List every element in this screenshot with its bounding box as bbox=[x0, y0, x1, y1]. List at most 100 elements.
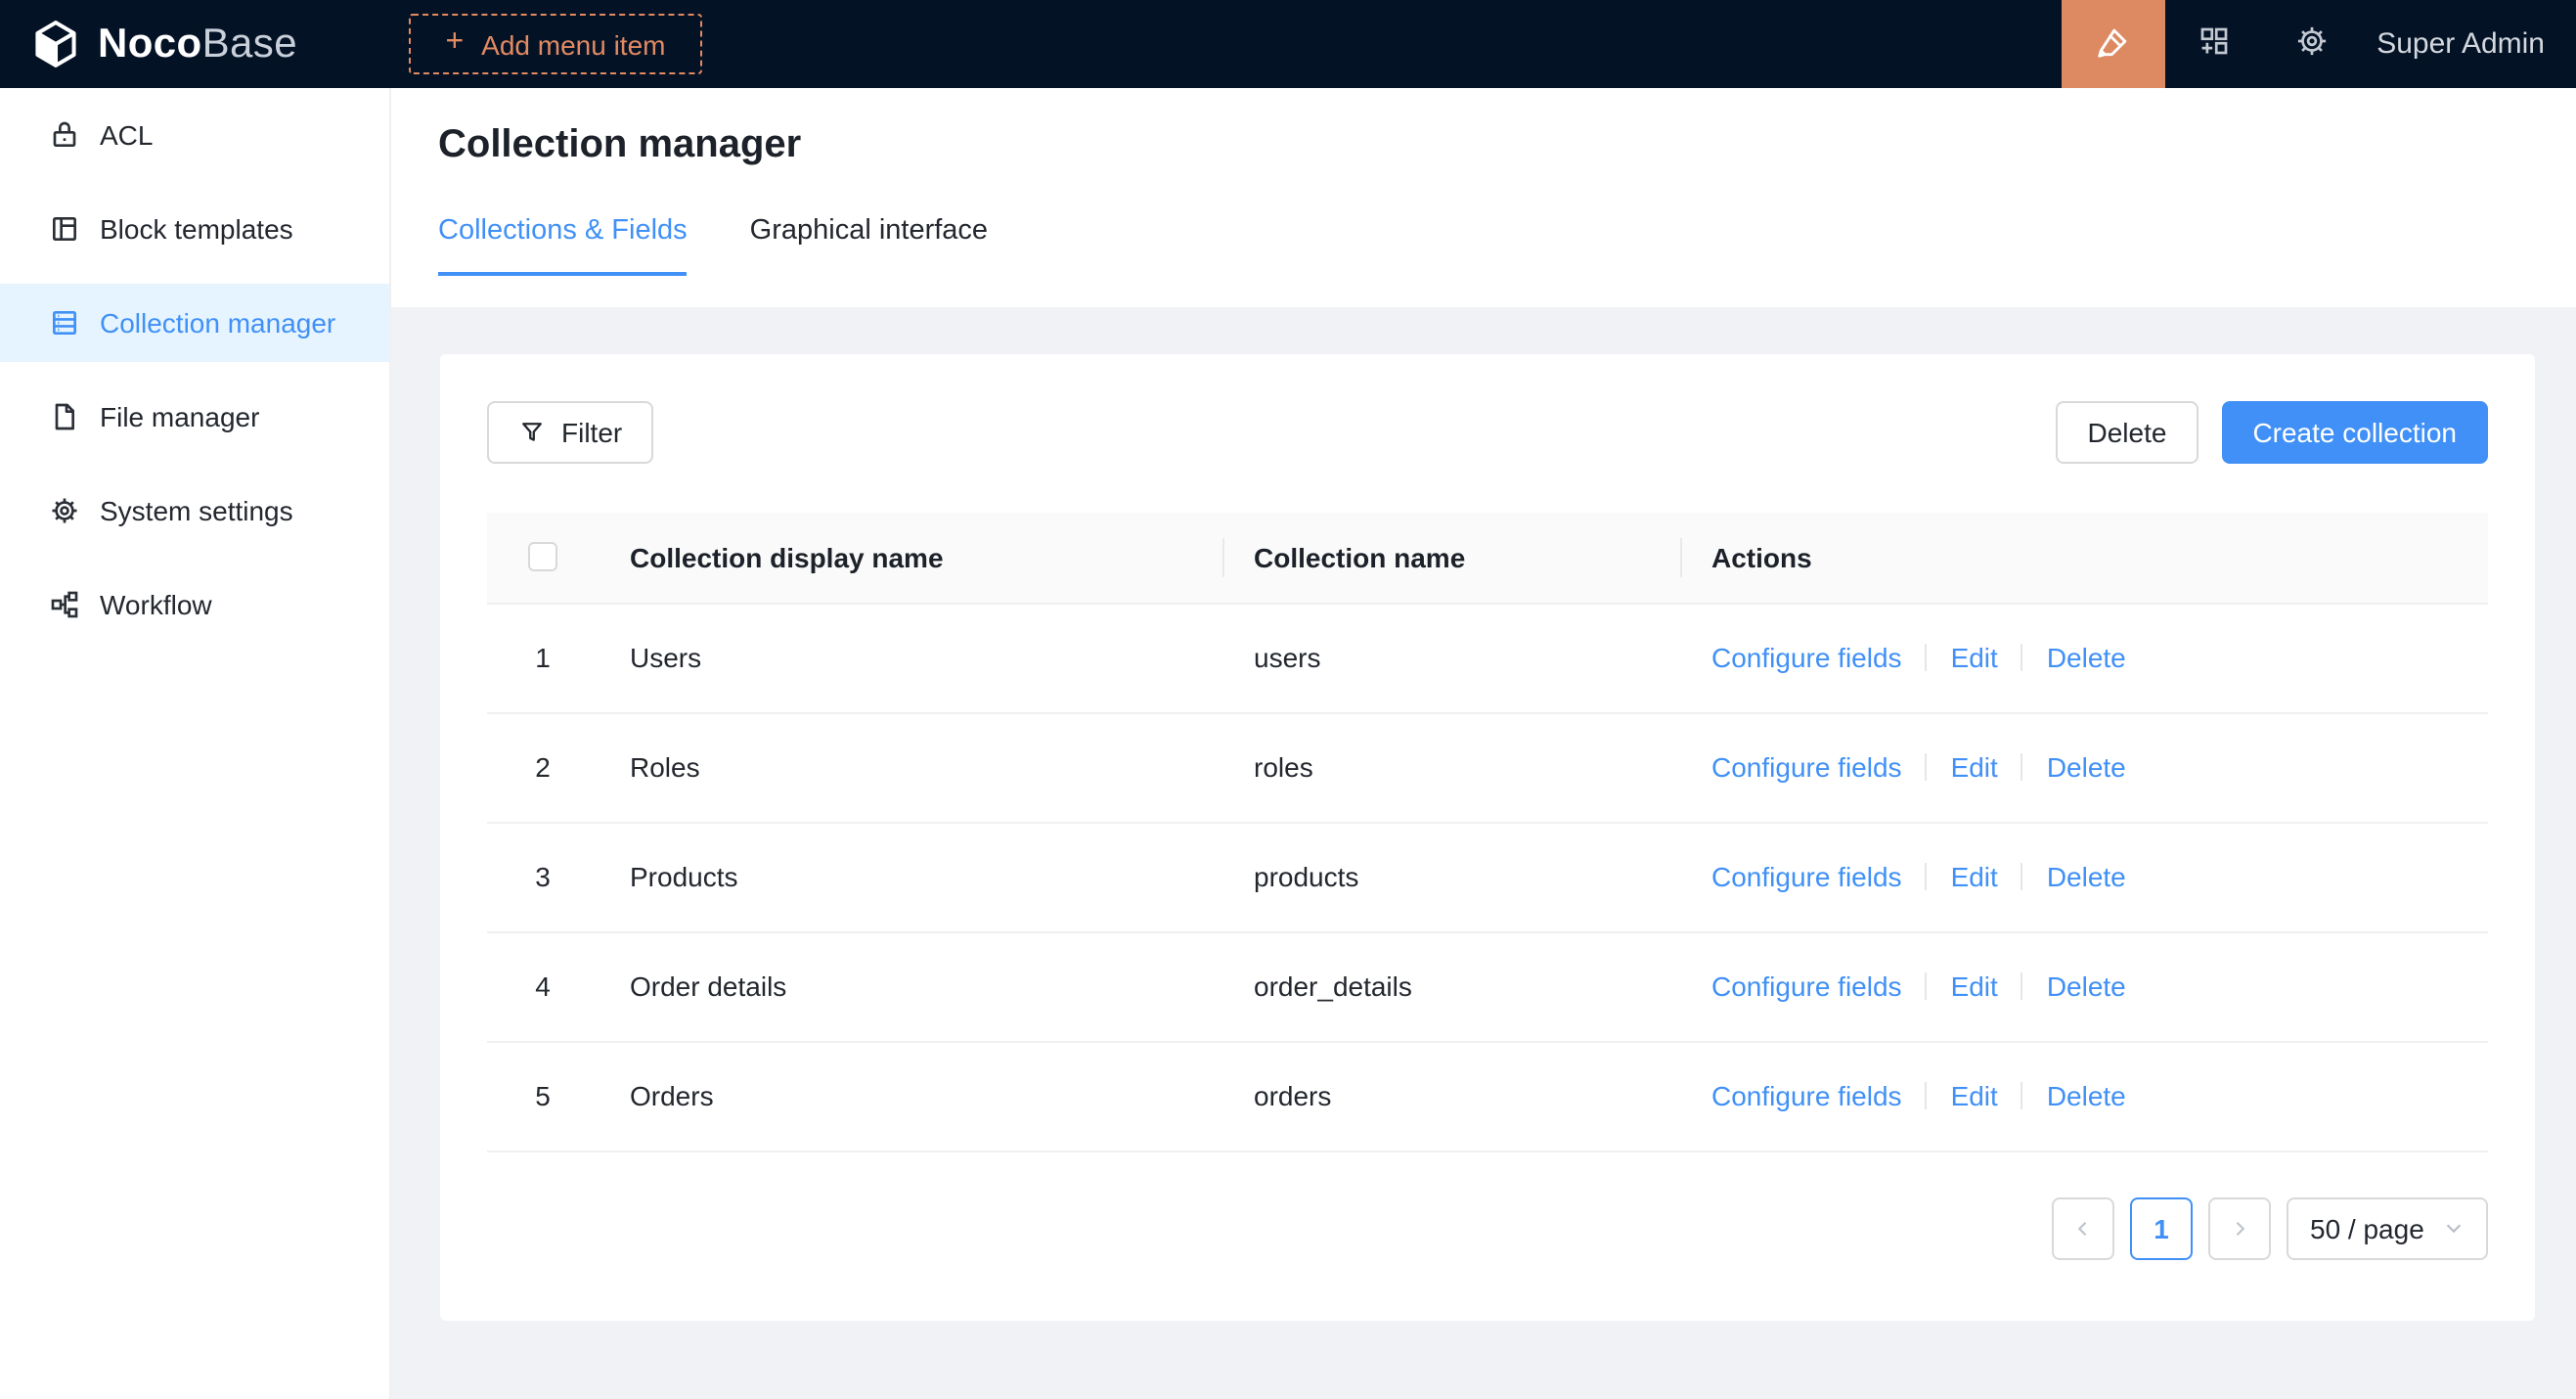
column-header-name: Collection name bbox=[1222, 513, 1680, 603]
navbar-actions: Super Admin bbox=[2062, 0, 2576, 88]
edit-link[interactable]: Edit bbox=[1951, 751, 1998, 783]
row-index: 4 bbox=[487, 931, 599, 1041]
sidebar-item-label: ACL bbox=[100, 119, 153, 151]
column-divider bbox=[1680, 538, 1682, 577]
action-divider bbox=[1926, 644, 1928, 671]
add-menu-item-label: Add menu item bbox=[481, 28, 665, 60]
app-window: NocoBase + Add menu item bbox=[0, 0, 2576, 1399]
cell-collection-name: order_details bbox=[1222, 931, 1680, 1041]
action-divider bbox=[2021, 753, 2023, 781]
filter-label: Filter bbox=[561, 417, 622, 448]
funnel-icon bbox=[518, 419, 546, 446]
table-row: 2 Roles roles Configure fields Edit Delete bbox=[487, 712, 2488, 822]
chevron-right-icon bbox=[2230, 1218, 2249, 1238]
logo: NocoBase bbox=[0, 18, 391, 70]
configure-fields-link[interactable]: Configure fields bbox=[1711, 970, 1902, 1002]
user-menu[interactable]: Super Admin bbox=[2376, 27, 2545, 61]
highlighter-icon bbox=[2095, 23, 2132, 66]
delete-button[interactable]: Delete bbox=[2057, 401, 2198, 464]
page-size-select[interactable]: 50 / page bbox=[2287, 1196, 2488, 1259]
nocobase-logo-icon bbox=[29, 18, 82, 70]
row-index: 2 bbox=[487, 712, 599, 822]
action-divider bbox=[1926, 1082, 1928, 1109]
layout-icon bbox=[49, 213, 80, 245]
action-divider bbox=[2021, 1082, 2023, 1109]
gear-icon bbox=[2294, 23, 2330, 65]
collections-card: Filter Delete Create collection Collecti… bbox=[440, 354, 2535, 1321]
collections-table: Collection display name Collection name … bbox=[487, 513, 2488, 1151]
configure-fields-link[interactable]: Configure fields bbox=[1711, 642, 1902, 673]
chevron-left-icon bbox=[2073, 1218, 2093, 1238]
page-1-button[interactable]: 1 bbox=[2130, 1196, 2193, 1259]
cell-collection-name: orders bbox=[1222, 1041, 1680, 1151]
ui-editor-button[interactable] bbox=[2062, 0, 2165, 88]
cell-collection-name: products bbox=[1222, 822, 1680, 931]
configure-fields-link[interactable]: Configure fields bbox=[1711, 861, 1902, 892]
sidebar-item-label: File manager bbox=[100, 401, 259, 432]
select-all-checkbox[interactable] bbox=[528, 543, 557, 572]
sidebar-item-acl[interactable]: ACL bbox=[0, 96, 389, 174]
file-icon bbox=[49, 401, 80, 432]
workflow-icon bbox=[49, 589, 80, 620]
cell-display-name: Roles bbox=[599, 712, 1222, 822]
settings-button[interactable] bbox=[2263, 0, 2361, 88]
delete-link[interactable]: Delete bbox=[2047, 751, 2126, 783]
sidebar-item-label: Block templates bbox=[100, 213, 293, 245]
lock-icon bbox=[49, 119, 80, 151]
sidebar: ACL Block templates Collection manager bbox=[0, 88, 391, 1399]
sidebar-item-system-settings[interactable]: System settings bbox=[0, 472, 389, 550]
row-index: 5 bbox=[487, 1041, 599, 1151]
create-collection-button[interactable]: Create collection bbox=[2221, 401, 2488, 464]
sidebar-item-label: System settings bbox=[100, 495, 293, 526]
pagination: 1 50 / page bbox=[487, 1196, 2488, 1259]
edit-link[interactable]: Edit bbox=[1951, 970, 1998, 1002]
table-toolbar: Filter Delete Create collection bbox=[487, 401, 2488, 464]
sidebar-item-file-manager[interactable]: File manager bbox=[0, 378, 389, 456]
configure-fields-link[interactable]: Configure fields bbox=[1711, 1080, 1902, 1111]
edit-link[interactable]: Edit bbox=[1951, 861, 1998, 892]
table-row: 1 Users users Configure fieldsEditDelete bbox=[487, 603, 2488, 712]
delete-link[interactable]: Delete bbox=[2047, 642, 2126, 673]
cell-display-name: Products bbox=[599, 822, 1222, 931]
sidebar-item-label: Workflow bbox=[100, 589, 212, 620]
plus-icon: + bbox=[445, 27, 464, 59]
action-divider bbox=[2021, 644, 2023, 671]
action-divider bbox=[1926, 753, 1928, 781]
cell-display-name: Order details bbox=[599, 931, 1222, 1041]
sidebar-item-label: Collection manager bbox=[100, 307, 335, 338]
column-divider bbox=[1222, 538, 1224, 577]
sidebar-item-block-templates[interactable]: Block templates bbox=[0, 190, 389, 268]
cell-collection-name: roles bbox=[1222, 712, 1680, 822]
sidebar-item-collection-manager[interactable]: Collection manager bbox=[0, 284, 389, 362]
action-divider bbox=[1926, 863, 1928, 890]
action-divider bbox=[2021, 972, 2023, 1000]
plugins-button[interactable] bbox=[2165, 0, 2263, 88]
cell-display-name: Users bbox=[599, 603, 1222, 712]
gear-icon bbox=[49, 495, 80, 526]
tab-bar: Collections & Fields Graphical interface bbox=[438, 215, 2529, 276]
brand-name: NocoBase bbox=[98, 21, 297, 68]
table-row: 4 Order details order_details Configure … bbox=[487, 931, 2488, 1041]
prev-page-button[interactable] bbox=[2052, 1196, 2114, 1259]
delete-link[interactable]: Delete bbox=[2047, 861, 2126, 892]
cell-display-name: Orders bbox=[599, 1041, 1222, 1151]
edit-link[interactable]: Edit bbox=[1951, 1080, 1998, 1111]
row-index: 3 bbox=[487, 822, 599, 931]
delete-link[interactable]: Delete bbox=[2047, 1080, 2126, 1111]
tab-collections-fields[interactable]: Collections & Fields bbox=[438, 215, 688, 276]
next-page-button[interactable] bbox=[2208, 1196, 2271, 1259]
add-menu-item-button[interactable]: + Add menu item bbox=[409, 14, 702, 74]
delete-link[interactable]: Delete bbox=[2047, 970, 2126, 1002]
cell-actions: Configure fields Edit Delete bbox=[1680, 1041, 2488, 1151]
tab-graphical-interface[interactable]: Graphical interface bbox=[750, 215, 988, 276]
page-size-value: 50 / page bbox=[2310, 1212, 2424, 1243]
sidebar-item-workflow[interactable]: Workflow bbox=[0, 565, 389, 644]
page-title: Collection manager bbox=[438, 123, 2529, 168]
filter-button[interactable]: Filter bbox=[487, 401, 653, 464]
table-row: 5 Orders orders Configure fields Edit Dele… bbox=[487, 1041, 2488, 1151]
content-area: Filter Delete Create collection Collecti… bbox=[391, 307, 2576, 1399]
edit-link[interactable]: Edit bbox=[1951, 642, 1998, 673]
chevron-down-icon bbox=[2443, 1217, 2465, 1239]
cell-actions: Configure fields Edit Delete bbox=[1680, 822, 2488, 931]
configure-fields-link[interactable]: Configure fields bbox=[1711, 751, 1902, 783]
